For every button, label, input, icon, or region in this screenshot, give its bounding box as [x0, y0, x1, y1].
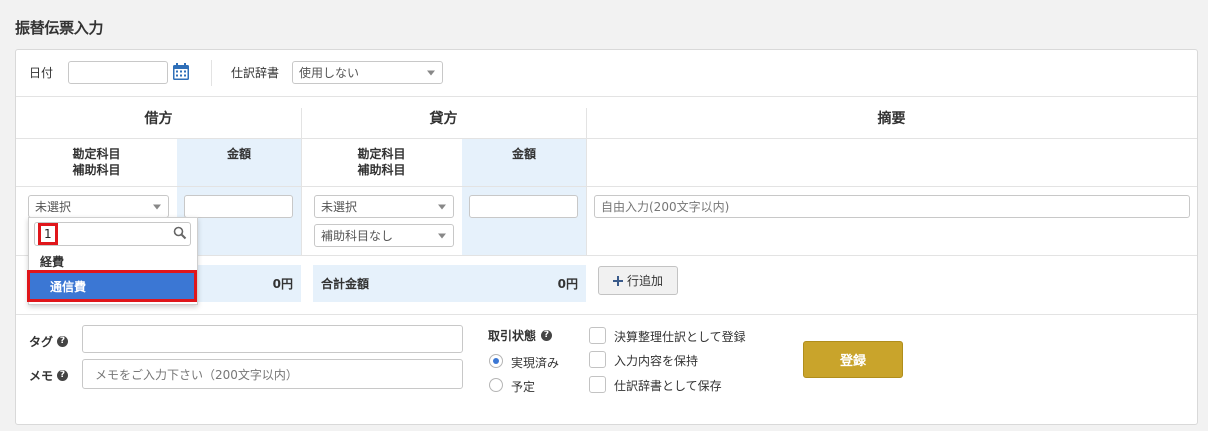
search-icon — [173, 226, 187, 240]
account-header-line1: 勘定科目 — [357, 147, 406, 161]
tag-label-group: タグ ? — [29, 333, 69, 350]
credit-account-value: 未選択 — [321, 200, 358, 214]
journal-dict-select[interactable]: 使用しない — [292, 61, 443, 84]
date-input[interactable] — [68, 61, 168, 84]
dropdown-option-communication[interactable]: 通信費 — [27, 270, 197, 302]
status-option-planned: 予定 — [511, 380, 536, 394]
account-header-line2: 補助科目 — [72, 163, 121, 177]
divider — [586, 108, 587, 255]
debit-account-value: 未選択 — [35, 200, 72, 214]
journal-dict-value: 使用しない — [299, 66, 360, 80]
plus-icon — [612, 275, 623, 286]
debit-header: 借方 — [144, 111, 173, 127]
page-title: 振替伝票入力 — [15, 19, 104, 37]
chevron-down-icon — [438, 204, 446, 209]
calendar-icon[interactable] — [172, 62, 190, 81]
year-end-adjustment-checkbox[interactable] — [589, 327, 606, 344]
credit-sub-account-value: 補助科目なし — [321, 229, 394, 243]
divider — [16, 138, 1197, 139]
register-button[interactable]: 登録 — [803, 341, 903, 378]
year-end-adjustment-label: 決算整理仕訳として登録 — [614, 330, 746, 344]
status-option-realized: 実現済み — [511, 356, 560, 370]
credit-sub-account-select[interactable]: 補助科目なし — [314, 224, 454, 247]
debit-amount-header: 金額 — [226, 147, 251, 161]
add-row-label: 行追加 — [626, 274, 663, 288]
credit-total: 合計金額 0円 — [313, 265, 586, 302]
keep-input-label: 入力内容を保持 — [614, 354, 699, 368]
debit-total-amount: 0円 — [272, 277, 293, 291]
chevron-down-icon — [438, 233, 446, 238]
status-radio-planned[interactable] — [489, 378, 503, 392]
question-icon[interactable]: ? — [57, 336, 69, 347]
dropdown-search-value: 1 — [38, 223, 58, 245]
journal-dict-label: 仕訳辞書 — [231, 66, 280, 80]
credit-total-amount: 0円 — [557, 277, 578, 291]
credit-account-select[interactable]: 未選択 — [314, 195, 454, 218]
save-dict-label: 仕訳辞書として保存 — [614, 379, 722, 393]
status-radio-realized[interactable] — [489, 354, 503, 368]
date-label: 日付 — [29, 66, 54, 80]
memo-label-group: メモ ? — [29, 367, 69, 384]
divider — [16, 96, 1197, 97]
account-header-line1: 勘定科目 — [72, 147, 121, 161]
tag-label: タグ — [29, 335, 54, 349]
debit-amount-input[interactable] — [184, 195, 293, 218]
status-label-group: 取引状態 ? — [488, 327, 553, 344]
summary-input[interactable]: 自由入力(200文字以内) — [594, 195, 1190, 218]
question-icon[interactable]: ? — [541, 330, 553, 341]
add-row-button[interactable]: 行追加 — [598, 266, 678, 295]
credit-amount-header: 金額 — [511, 147, 536, 161]
divider — [301, 108, 302, 255]
account-header-line2: 補助科目 — [357, 163, 406, 177]
credit-account-header: 勘定科目 補助科目 — [301, 146, 462, 178]
question-icon[interactable]: ? — [57, 370, 69, 381]
memo-textarea[interactable]: メモをご入力下さい（200文字以内） — [82, 359, 463, 389]
tag-input[interactable] — [82, 325, 463, 353]
dropdown-group-label: 経費 — [40, 255, 65, 269]
credit-total-label: 合計金額 — [321, 277, 370, 291]
summary-header: 摘要 — [877, 111, 906, 127]
status-label: 取引状態 — [488, 329, 537, 343]
filter-divider — [211, 60, 212, 86]
chevron-down-icon — [153, 204, 161, 209]
keep-input-checkbox[interactable] — [589, 351, 606, 368]
memo-label: メモ — [29, 369, 54, 383]
credit-amount-input[interactable] — [469, 195, 578, 218]
divider — [16, 186, 1197, 187]
credit-header: 貸方 — [429, 111, 458, 127]
save-dict-checkbox[interactable] — [589, 376, 606, 393]
divider — [16, 314, 1197, 315]
chevron-down-icon — [427, 70, 435, 75]
dropdown-search-input[interactable]: 1 — [34, 222, 191, 246]
debit-account-header: 勘定科目 補助科目 — [16, 146, 177, 178]
debit-account-select[interactable]: 未選択 — [28, 195, 169, 218]
